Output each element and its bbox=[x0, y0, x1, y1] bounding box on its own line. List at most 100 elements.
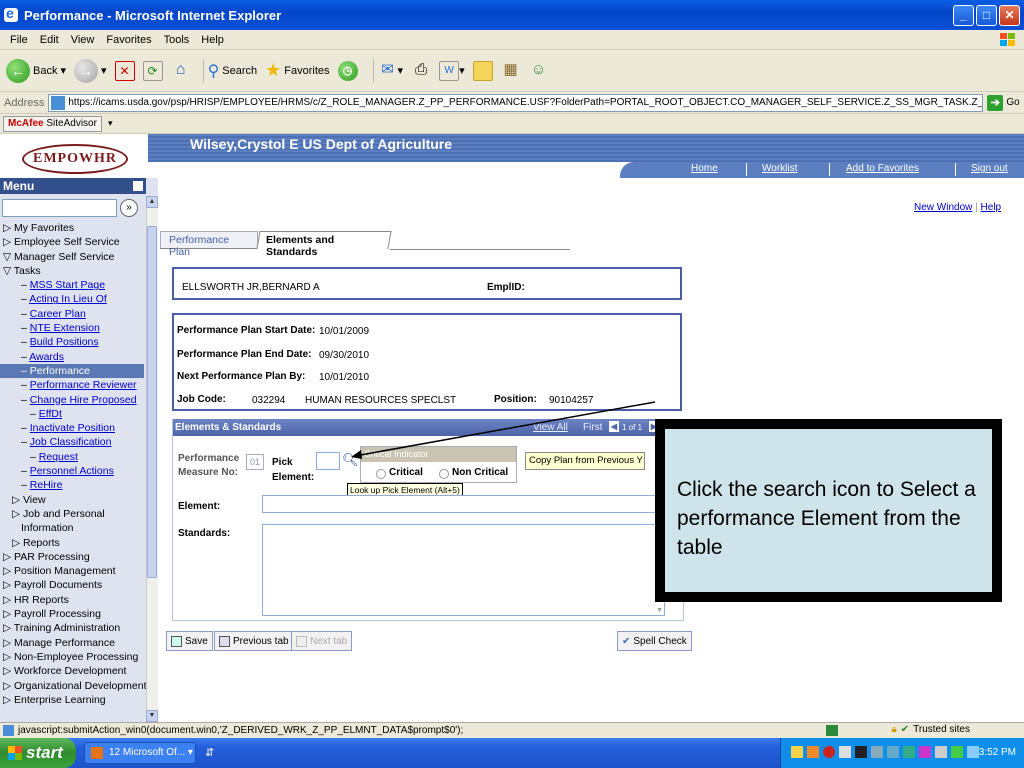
edit-icon[interactable]: W bbox=[439, 60, 460, 81]
stop-icon[interactable]: ✕ bbox=[114, 60, 135, 81]
menu-item[interactable]: – NTE Extension bbox=[0, 321, 146, 335]
next-tab-button[interactable]: Next tab bbox=[291, 631, 353, 651]
home-link[interactable]: Home bbox=[691, 163, 718, 174]
menu-item[interactable]: – Acting In Lieu Of bbox=[0, 292, 146, 306]
taskbar-item-office[interactable]: 12 Microsoft Of... ▾ bbox=[84, 742, 196, 764]
menu-item[interactable]: – Change Hire Proposed bbox=[0, 393, 146, 407]
menu-item[interactable]: – Awards bbox=[0, 350, 146, 364]
menu-item[interactable]: ▷ Position Management bbox=[0, 564, 146, 578]
minimize-button[interactable]: _ bbox=[953, 5, 974, 26]
element-field[interactable] bbox=[262, 495, 665, 513]
menu-search-input[interactable] bbox=[2, 199, 117, 217]
menu-scroll-thumb[interactable] bbox=[147, 226, 157, 578]
mail-icon[interactable]: ✉ bbox=[378, 61, 398, 81]
menu-item[interactable]: – Request bbox=[0, 450, 146, 464]
go-arrow-icon[interactable]: ➔ bbox=[987, 94, 1004, 111]
menu-item[interactable]: – Performance Reviewer bbox=[0, 378, 146, 392]
menu-item[interactable]: ▽ Tasks bbox=[0, 264, 146, 278]
tray-connection-icon[interactable] bbox=[887, 746, 899, 758]
menu-file[interactable]: File bbox=[10, 34, 28, 46]
spell-check-button[interactable]: ✔︎ Spell Check bbox=[617, 631, 692, 651]
non-critical-radio[interactable] bbox=[439, 469, 449, 479]
menu-item-selected[interactable]: – Performance bbox=[0, 363, 144, 379]
critical-radio[interactable] bbox=[376, 469, 386, 479]
menu-item[interactable]: ▷ Manage Performance bbox=[0, 636, 146, 650]
menu-item[interactable]: – Inactivate Position bbox=[0, 421, 146, 435]
collapse-icon[interactable] bbox=[133, 181, 143, 191]
sign-out-link[interactable]: Sign out bbox=[971, 163, 1008, 174]
menu-favorites[interactable]: Favorites bbox=[106, 34, 151, 46]
menu-item[interactable]: – Job Classification bbox=[0, 435, 146, 449]
tray-office-icon[interactable] bbox=[807, 746, 819, 758]
menu-item[interactable]: – Build Positions bbox=[0, 335, 146, 349]
menu-edit[interactable]: Edit bbox=[40, 34, 59, 46]
menu-search-go-icon[interactable]: » bbox=[120, 199, 138, 217]
tray-app-icon[interactable] bbox=[903, 746, 915, 758]
chevron-down-icon[interactable]: ▾ bbox=[108, 118, 113, 129]
forward-button[interactable]: → ▾ bbox=[74, 58, 107, 83]
add-to-favorites-link[interactable]: Add to Favorites bbox=[846, 163, 919, 174]
menu-item[interactable]: ▽ Manager Self Service bbox=[0, 250, 146, 264]
address-input[interactable]: https://icams.usda.gov/psp/HRISP/EMPLOYE… bbox=[48, 93, 984, 112]
folder-icon[interactable] bbox=[472, 60, 493, 81]
messenger-icon[interactable]: ☺ bbox=[529, 61, 549, 81]
help-link[interactable]: Help bbox=[981, 202, 1002, 213]
menu-item[interactable]: ▷ Payroll Processing bbox=[0, 607, 146, 621]
tray-sync-icon[interactable] bbox=[951, 746, 963, 758]
quick-launch-icon[interactable]: ⇵ bbox=[205, 746, 214, 759]
tray-display-icon[interactable] bbox=[967, 746, 979, 758]
menu-item[interactable]: ▷ Enterprise Learning bbox=[0, 693, 146, 707]
pick-element-input[interactable] bbox=[316, 452, 340, 470]
refresh-icon[interactable]: ⟳ bbox=[142, 60, 163, 81]
tab-elements-and-standards[interactable]: Elements and Standards bbox=[256, 231, 392, 258]
worklist-link[interactable]: Worklist bbox=[762, 163, 797, 174]
menu-item[interactable]: Information bbox=[0, 521, 146, 535]
menu-item[interactable]: ▷ Payroll Documents bbox=[0, 578, 146, 592]
menu-item[interactable]: ▷ Organizational Development bbox=[0, 679, 146, 693]
previous-tab-button[interactable]: Previous tab bbox=[214, 631, 294, 651]
menu-item[interactable]: ▷ My Favorites bbox=[0, 221, 146, 235]
tray-network-icon[interactable] bbox=[839, 746, 851, 758]
menu-item[interactable]: – Career Plan bbox=[0, 307, 146, 321]
back-button[interactable]: ← Back ▾ bbox=[6, 58, 66, 83]
menu-item[interactable]: ▷ PAR Processing bbox=[0, 550, 146, 564]
tray-mcafee-icon[interactable] bbox=[823, 746, 835, 758]
menu-tools[interactable]: Tools bbox=[164, 34, 190, 46]
research-icon[interactable]: ▦ bbox=[501, 61, 521, 81]
go-button[interactable]: Go bbox=[1006, 97, 1019, 108]
close-button[interactable]: ✕ bbox=[999, 5, 1020, 26]
tray-media-icon[interactable] bbox=[919, 746, 931, 758]
tray-mail-icon[interactable] bbox=[791, 746, 803, 758]
menu-item[interactable]: – MSS Start Page bbox=[0, 278, 146, 292]
standards-textarea[interactable]: ▲ ▼ bbox=[262, 524, 665, 616]
menu-item[interactable]: – EffDt bbox=[0, 407, 146, 421]
new-window-link[interactable]: New Window bbox=[914, 202, 972, 213]
scroll-up-icon[interactable]: ▲ bbox=[146, 196, 158, 208]
maximize-button[interactable]: □ bbox=[976, 5, 997, 26]
scroll-down-icon[interactable]: ▼ bbox=[146, 710, 158, 722]
menu-item[interactable]: ▷ Reports bbox=[0, 536, 146, 550]
menu-help[interactable]: Help bbox=[201, 34, 224, 46]
window-title-bar[interactable]: Performance - Microsoft Internet Explore… bbox=[0, 0, 1024, 30]
menu-item[interactable]: ▷ Training Administration bbox=[0, 621, 146, 635]
search-button[interactable]: ⚲ Search bbox=[208, 61, 258, 81]
tab-performance-plan[interactable]: Performance Plan bbox=[160, 231, 258, 258]
tray-printer-icon[interactable] bbox=[871, 746, 883, 758]
tray-volume-icon[interactable] bbox=[935, 746, 947, 758]
mcafee-siteadvisor-button[interactable]: McAfee SiteAdvisor bbox=[3, 115, 102, 132]
history-icon[interactable]: ◷ bbox=[337, 60, 358, 81]
menu-item[interactable]: ▷ View bbox=[0, 493, 146, 507]
tray-warning-icon[interactable] bbox=[855, 746, 867, 758]
save-button[interactable]: Save bbox=[166, 631, 213, 651]
menu-item[interactable]: ▷ Job and Personal bbox=[0, 507, 146, 521]
home-icon[interactable]: ⌂ bbox=[171, 61, 191, 81]
menu-item[interactable]: ▷ Employee Self Service bbox=[0, 235, 146, 249]
menu-item[interactable]: ▷ HR Reports bbox=[0, 593, 146, 607]
menu-item[interactable]: – ReHire bbox=[0, 478, 146, 492]
print-icon[interactable]: ⎙ bbox=[411, 61, 431, 81]
favorites-button[interactable]: ★ Favorites bbox=[265, 60, 329, 81]
textarea-scroll-down-icon[interactable]: ▼ bbox=[656, 607, 663, 614]
menu-view[interactable]: View bbox=[71, 34, 95, 46]
menu-item[interactable]: ▷ Non-Employee Processing bbox=[0, 650, 146, 664]
menu-item[interactable]: – Personnel Actions bbox=[0, 464, 146, 478]
